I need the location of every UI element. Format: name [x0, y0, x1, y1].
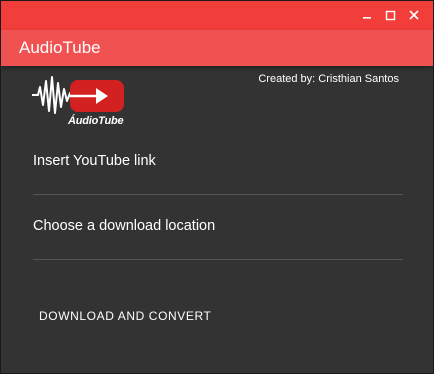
author-credit: Created by: Cristhian Santos [258, 73, 399, 85]
youtube-link-input[interactable]: Insert YouTube link [33, 144, 403, 195]
download-location-input[interactable]: Choose a download location [33, 209, 403, 260]
app-toolbar: AudioTube [1, 30, 433, 66]
soundwave-play-icon [32, 76, 124, 114]
youtube-link-placeholder: Insert YouTube link [33, 153, 156, 169]
logo-text: ÁudioTube [68, 115, 124, 127]
audiotube-logo: ÁudioTube [30, 73, 130, 129]
window-titlebar[interactable] [1, 1, 433, 30]
minimize-icon[interactable] [358, 6, 376, 24]
app-title: AudioTube [19, 38, 101, 57]
app-window: AudioTube ÁudioTube Created by: Cristhia… [0, 0, 434, 374]
download-location-placeholder: Choose a download location [33, 218, 216, 234]
maximize-icon[interactable] [381, 6, 399, 24]
close-icon[interactable] [405, 6, 423, 24]
download-and-convert-button[interactable]: DOWNLOAD AND CONVERT [31, 303, 217, 329]
